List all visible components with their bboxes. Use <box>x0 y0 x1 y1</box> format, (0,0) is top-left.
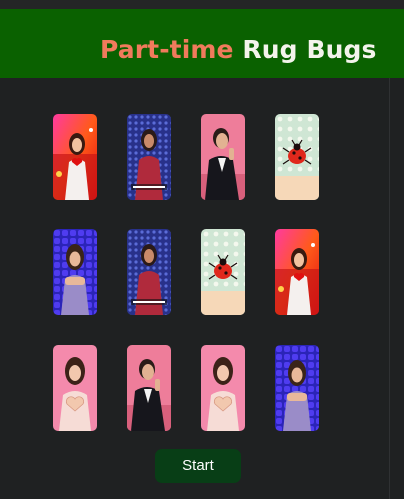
card-image <box>275 345 319 431</box>
card-pink-suit-man[interactable] <box>127 345 171 431</box>
header-bar: Part-time Rug Bugs <box>0 9 404 78</box>
card-image <box>201 114 245 200</box>
card-image <box>53 114 97 200</box>
card-red-heart-girl[interactable] <box>275 229 319 315</box>
card-image <box>127 114 171 200</box>
card-image <box>275 229 319 315</box>
card-polka-dot-bug[interactable] <box>275 114 319 200</box>
card-pink-heart-hands-girl[interactable] <box>53 345 97 431</box>
card-image <box>275 114 319 200</box>
card-blue-mirrorball-singer[interactable] <box>127 229 171 315</box>
title-part-time: Part-time <box>100 35 234 64</box>
card-image <box>201 229 245 315</box>
card-blue-mirrorball-singer[interactable] <box>127 114 171 200</box>
card-red-heart-girl[interactable] <box>53 114 97 200</box>
card-image <box>127 345 171 431</box>
card-image <box>201 345 245 431</box>
top-bar <box>0 0 404 9</box>
card-image <box>127 229 171 315</box>
game-title: Part-time Rug Bugs <box>100 35 377 64</box>
card-polka-dot-bug[interactable] <box>201 229 245 315</box>
card-image <box>53 345 97 431</box>
card-pink-heart-hands-girl[interactable] <box>201 345 245 431</box>
start-button[interactable]: Start <box>155 449 241 483</box>
card-image <box>53 229 97 315</box>
card-blue-pattern-girl[interactable] <box>275 345 319 431</box>
scrollbar-track <box>389 78 390 499</box>
card-blue-pattern-girl[interactable] <box>53 229 97 315</box>
card-pink-suit-man[interactable] <box>201 114 245 200</box>
title-rug-bugs: Rug Bugs <box>242 35 377 64</box>
